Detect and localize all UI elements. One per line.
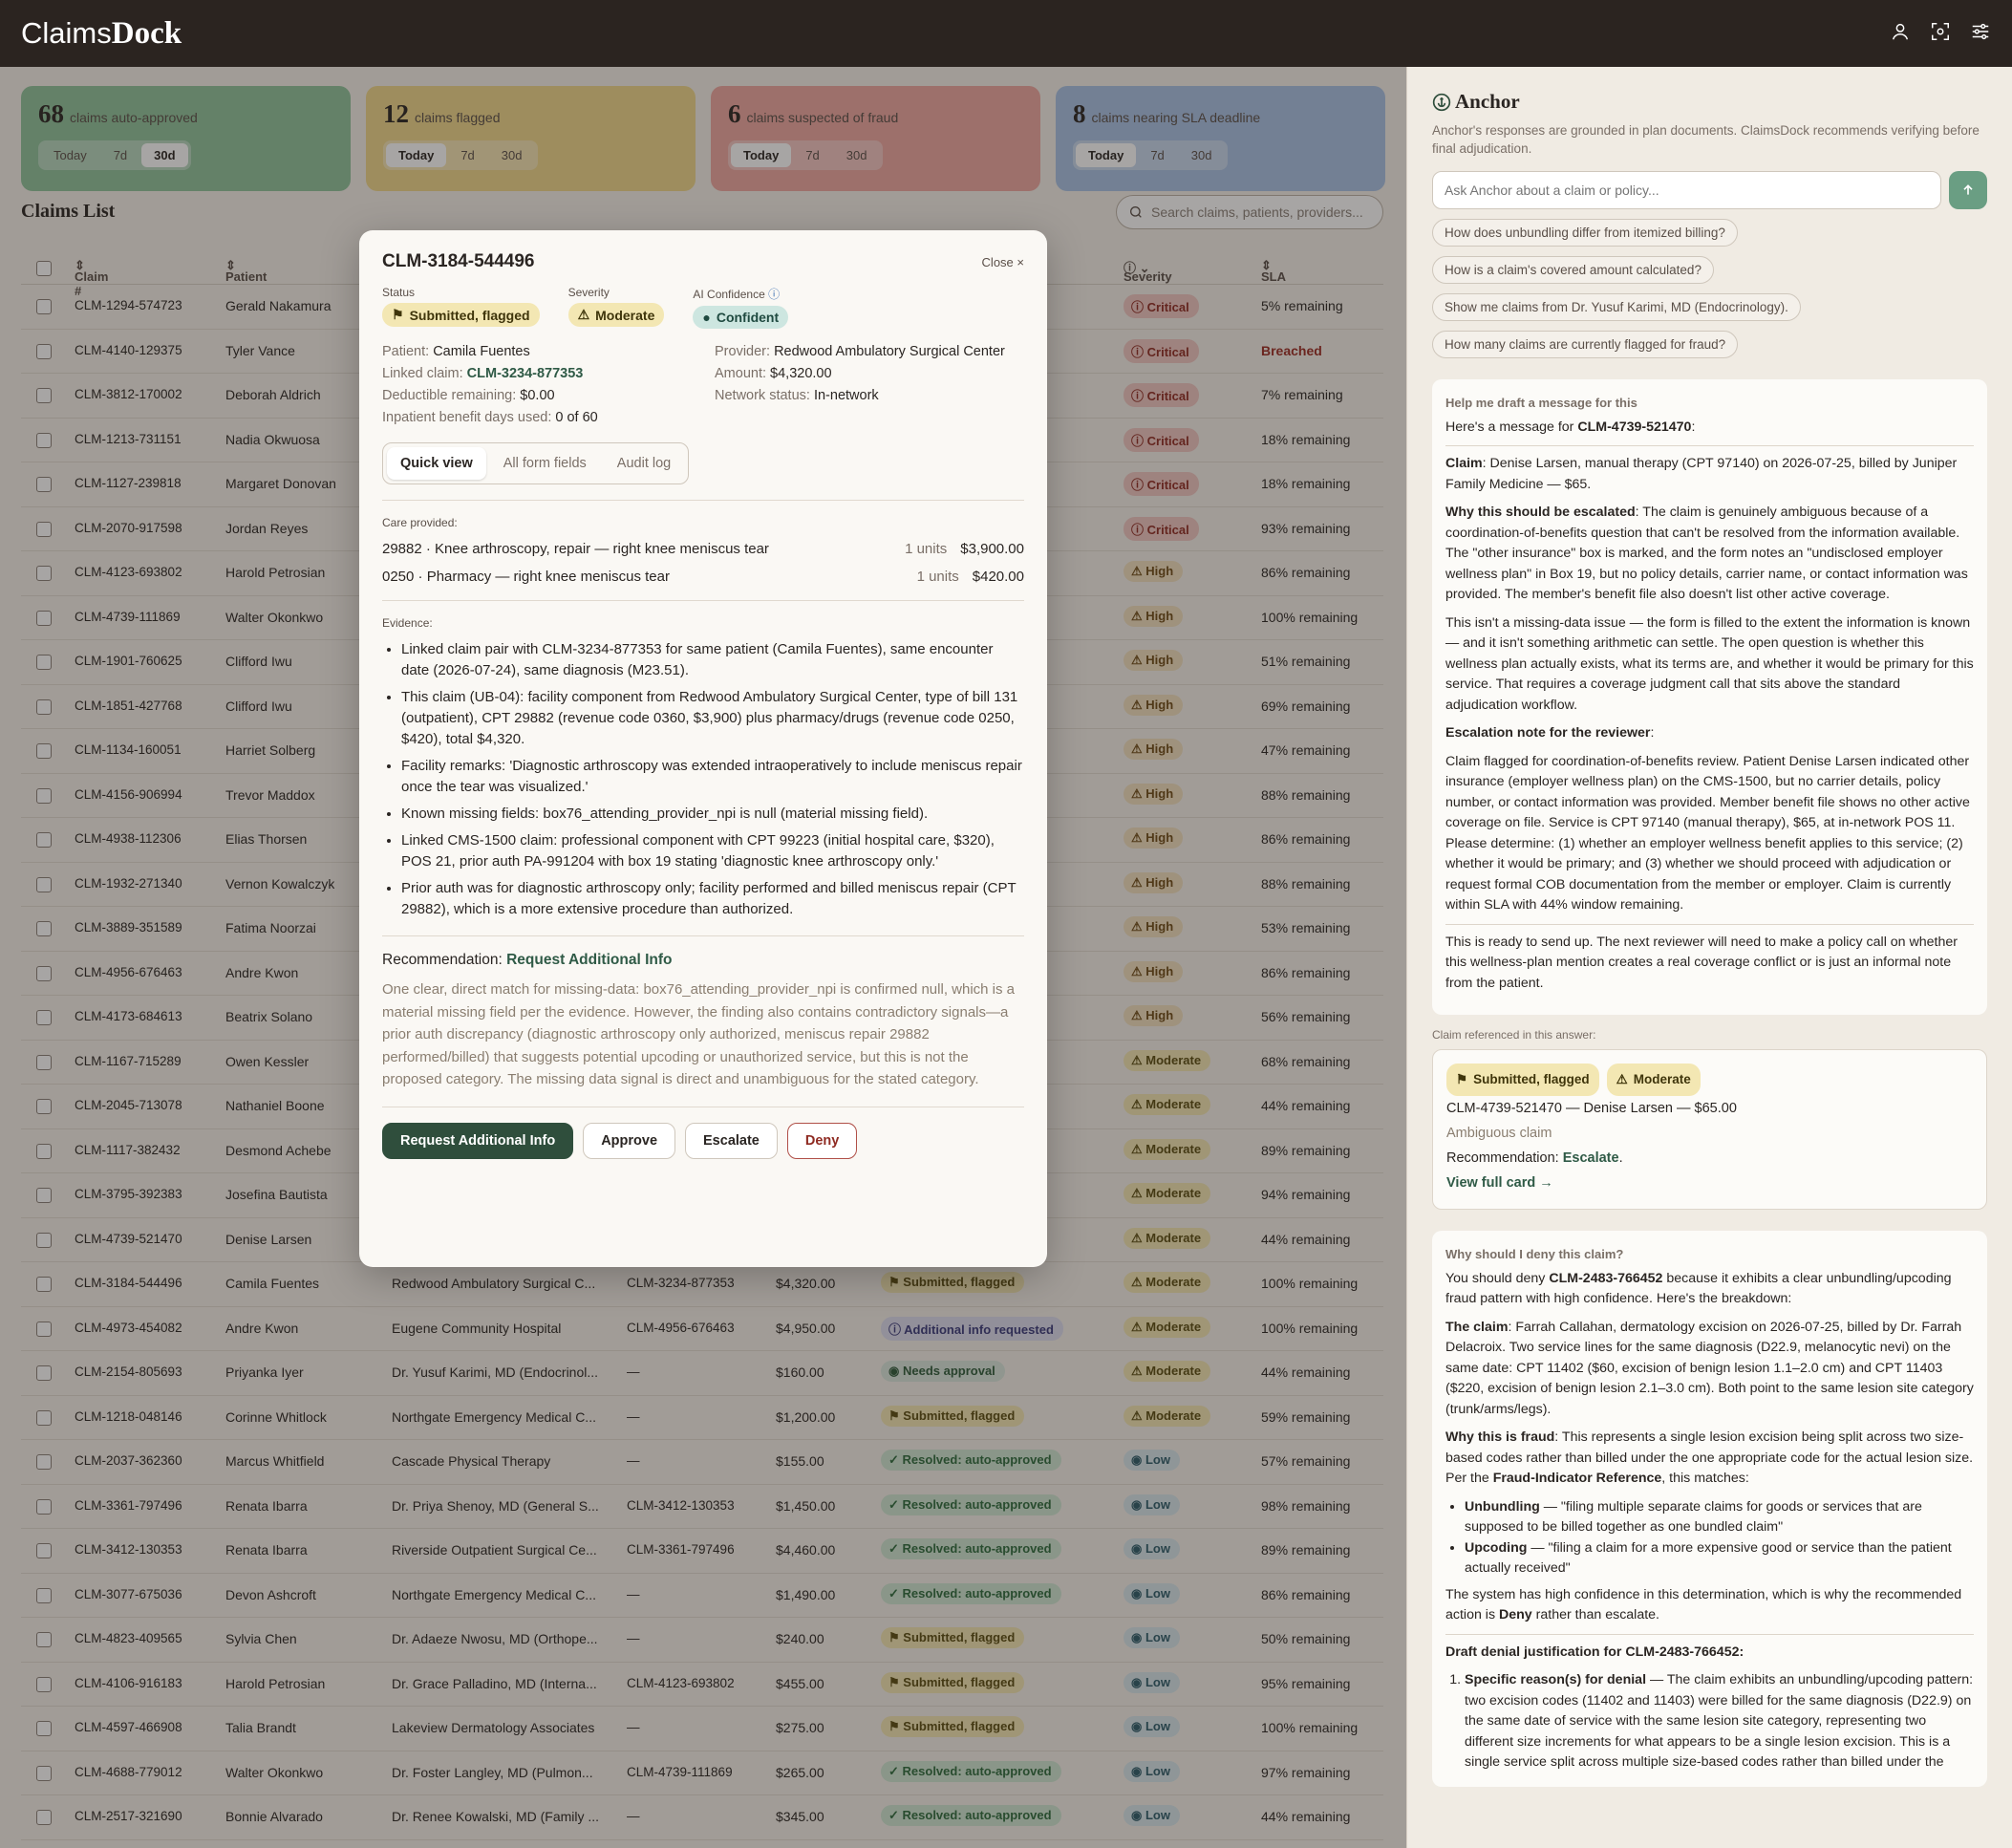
request-info-button[interactable]: Request Additional Info: [382, 1122, 574, 1159]
severity-badge: ⚠ Moderate: [567, 303, 665, 327]
status-label: Status: [382, 286, 416, 299]
provider-value: Redwood Ambulatory Surgical Center: [774, 344, 1005, 359]
warning-icon: ⚠: [1616, 1072, 1628, 1086]
anchor-icon: [1432, 93, 1451, 111]
suggestion-chip[interactable]: How is a claim's covered amount calculat…: [1432, 256, 1714, 284]
care-line: 29882 · Knee arthroscopy, repair — right…: [382, 541, 1024, 557]
anchor-answer-card: Help me draft a message for this Here's …: [1432, 379, 1987, 1015]
flag-icon: ⚑: [1456, 1072, 1468, 1086]
care-provided-label: Care provided:: [382, 516, 458, 529]
evidence-item: Facility remarks: 'Diagnostic arthroscop…: [401, 756, 1024, 798]
approve-button[interactable]: Approve: [583, 1122, 676, 1159]
referenced-claim-label: Claim referenced in this answer:: [1432, 1028, 1596, 1042]
status-badge: ⚑ Submitted, flagged: [1446, 1064, 1599, 1096]
suggestion-chip[interactable]: How many claims are currently flagged fo…: [1432, 331, 1739, 358]
deny-button[interactable]: Deny: [786, 1122, 858, 1159]
referenced-claim-card: ⚑ Submitted, flagged ⚠ Moderate CLM-4739-5…: [1432, 1049, 1987, 1210]
warning-icon: ⚠: [577, 307, 590, 322]
tab-all-form-fields[interactable]: All form fields: [490, 447, 600, 480]
referenced-claim-line: CLM-4739-521470 — Denise Larsen — $65.00: [1446, 1101, 1737, 1116]
view-full-card-link[interactable]: View full card →: [1446, 1171, 1973, 1195]
evidence-item: Known missing fields: box76_attending_pr…: [401, 804, 1024, 825]
app-logo[interactable]: ClaimsDock: [21, 16, 182, 52]
evidence-item: Linked CMS-1500 claim: professional comp…: [401, 830, 1024, 872]
severity-label: Severity: [567, 286, 610, 299]
suggestion-chip[interactable]: How does unbundling differ from itemized…: [1432, 219, 1738, 247]
ai-confidence-label: AI Confidence: [693, 288, 765, 301]
evidence-item: This claim (UB-04): facility component f…: [401, 687, 1024, 750]
dot-icon: ●: [702, 310, 711, 325]
care-line: 0250 · Pharmacy — right knee meniscus te…: [382, 569, 1024, 585]
severity-badge: ⚠ Moderate: [1606, 1064, 1701, 1096]
claim-summary: Patient: Camila Fuentes Provider: Redwoo…: [382, 344, 1005, 425]
user-question: Why should I deny this claim?: [1445, 1247, 1624, 1261]
suggestion-chip[interactable]: Show me claims from Dr. Yusuf Karimi, MD…: [1432, 293, 1801, 321]
anchor-panel: Anchor Anchor's responses are grounded i…: [1406, 67, 2012, 1848]
user-question: Help me draft a message for this: [1445, 396, 1637, 410]
ai-confidence-badge: ● Confident: [693, 306, 789, 329]
evidence-item: Linked claim pair with CLM-3234-877353 f…: [401, 639, 1024, 681]
anchor-title: Anchor: [1432, 90, 1987, 114]
anchor-disclaimer: Anchor's responses are grounded in plan …: [1432, 123, 1980, 156]
linked-claim-link[interactable]: CLM-3234-877353: [467, 366, 584, 381]
patient-value: Camila Fuentes: [433, 344, 530, 359]
anchor-answer-card: Why should I deny this claim? You should…: [1432, 1231, 1987, 1787]
modal-tabs: Quick view All form fields Audit log: [382, 442, 690, 484]
flag-icon: ⚑: [392, 307, 404, 322]
info-icon[interactable]: ⓘ: [768, 288, 780, 301]
evidence-item: Prior auth was for diagnostic arthroscop…: [401, 878, 1024, 920]
referenced-claim-sub: Ambiguous claim: [1446, 1126, 1552, 1141]
deductible-value: $0.00: [520, 388, 555, 403]
escalate-button[interactable]: Escalate: [685, 1122, 778, 1159]
arrow-up-icon: [1963, 184, 1973, 195]
claim-detail-modal: CLM-3184-544496 Close × Status ⚑ Submitte…: [359, 230, 1047, 1267]
close-button[interactable]: Close ×: [982, 255, 1024, 269]
user-icon[interactable]: [1890, 21, 1911, 42]
top-bar: ClaimsDock: [0, 0, 2012, 67]
recommendation: Recommendation: Request Additional Info: [382, 952, 673, 968]
inpatient-days-value: 0 of 60: [555, 410, 598, 425]
recommendation-rationale: One clear, direct match for missing-data…: [382, 981, 1016, 1087]
scan-icon[interactable]: [1930, 21, 1951, 42]
evidence-list: Linked claim pair with CLM-3234-877353 f…: [382, 639, 1024, 920]
evidence-label: Evidence:: [382, 616, 433, 630]
tab-quick-view[interactable]: Quick view: [387, 447, 486, 480]
suggested-questions: How does unbundling differ from itemized…: [1432, 219, 1987, 358]
amount-value: $4,320.00: [770, 366, 832, 381]
send-button[interactable]: [1949, 171, 1987, 209]
status-badge: ⚑ Submitted, flagged: [382, 303, 540, 327]
settings-sliders-icon[interactable]: [1970, 21, 1991, 42]
tab-audit-log[interactable]: Audit log: [604, 447, 684, 480]
modal-title: CLM-3184-544496: [382, 251, 535, 271]
ask-anchor-input[interactable]: [1432, 171, 1941, 209]
network-value: In-network: [813, 388, 879, 403]
